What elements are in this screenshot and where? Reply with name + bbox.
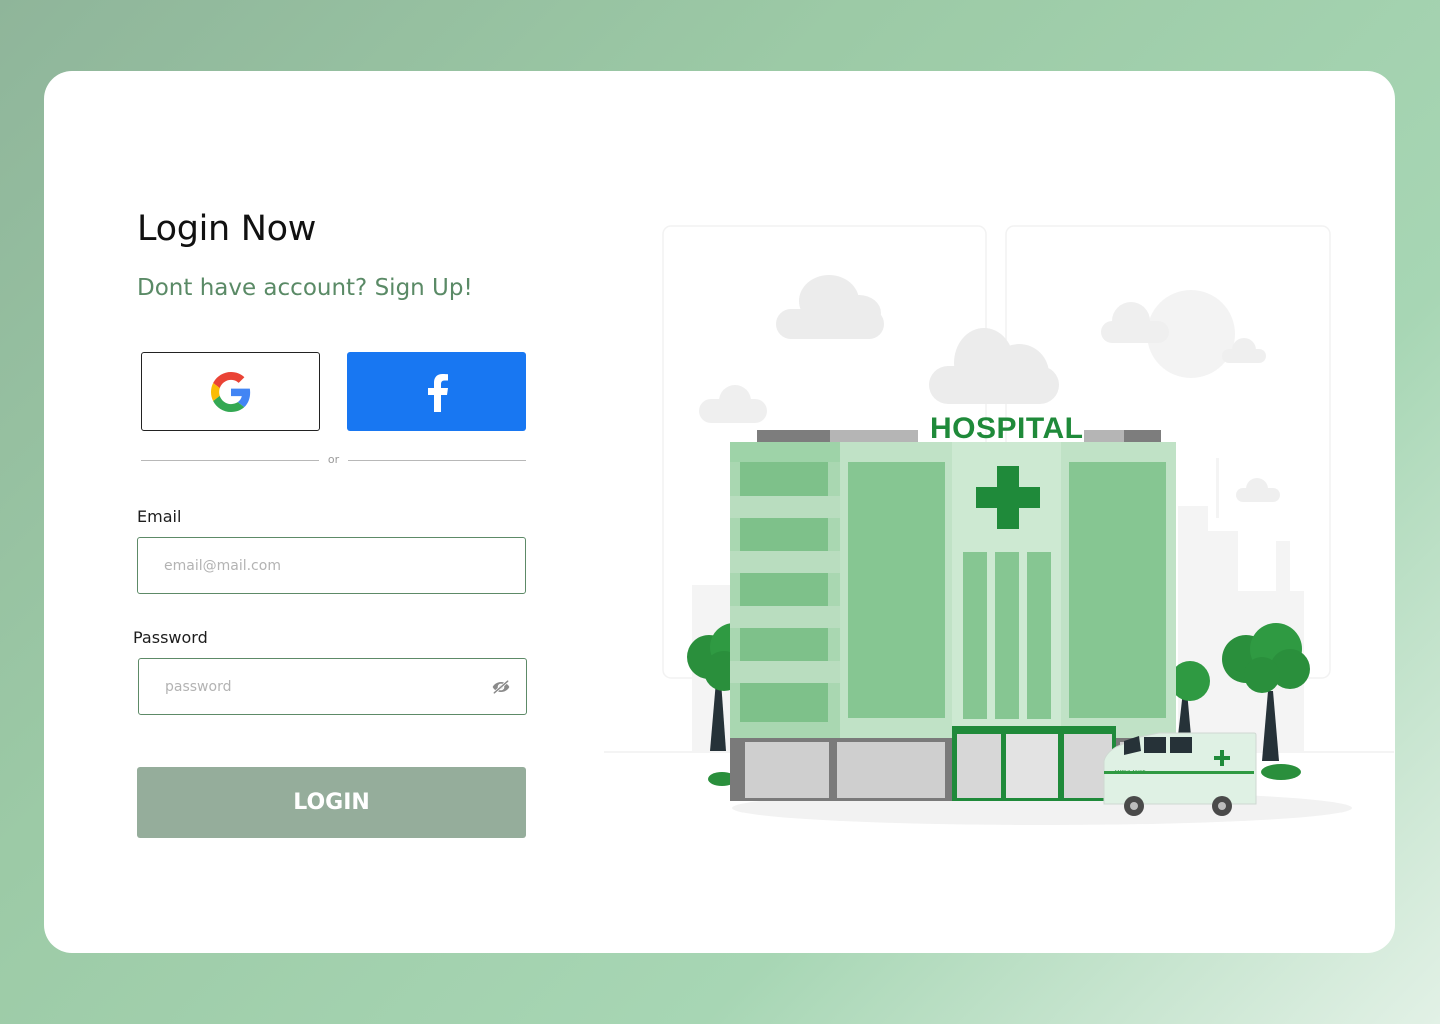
ambulance-icon: AMBULANCE: [1103, 732, 1257, 816]
google-logo-icon: [210, 371, 250, 412]
password-label: Password: [133, 628, 208, 647]
eye-off-icon[interactable]: [491, 677, 511, 697]
page-title: Login Now: [137, 209, 317, 249]
facebook-logo-icon: [427, 373, 448, 412]
cloud-icon: [929, 328, 1059, 404]
password-field[interactable]: [138, 658, 527, 715]
email-label: Email: [137, 507, 182, 526]
hospital-illustration: HOSPITAL AMBULANCE: [604, 225, 1394, 825]
login-card: Login Now Dont have account? Sign Up! or…: [44, 71, 1395, 953]
email-field[interactable]: [137, 537, 526, 594]
google-login-button[interactable]: [141, 352, 320, 431]
facebook-login-button[interactable]: [347, 352, 526, 431]
divider-line-right: [348, 460, 526, 461]
hospital-building: [730, 430, 1176, 801]
cloud-icon: [699, 385, 767, 423]
hospital-sign: HOSPITAL: [930, 412, 1083, 445]
or-divider: or: [141, 453, 526, 467]
cloud-icon: [1236, 478, 1280, 502]
cloud-icon: [776, 275, 884, 339]
login-button[interactable]: LOGIN: [137, 767, 526, 838]
signup-link[interactable]: Dont have account? Sign Up!: [137, 275, 473, 301]
ambulance-label: AMBULANCE: [1114, 770, 1146, 776]
